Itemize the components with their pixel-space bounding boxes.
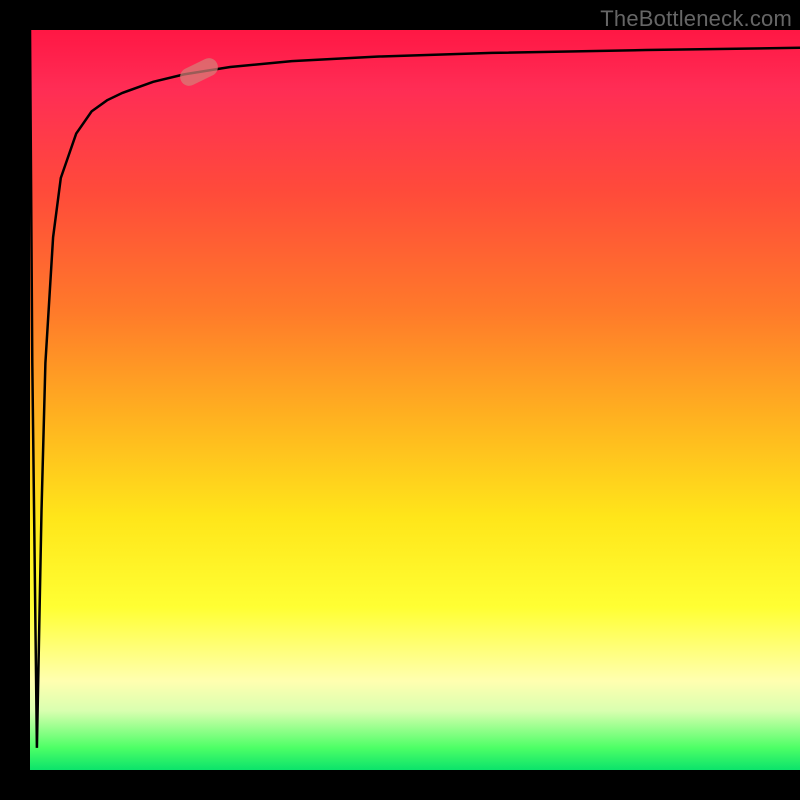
plot-area [30,30,800,770]
chart-frame: TheBottleneck.com [0,0,800,800]
curve-path [30,30,800,748]
watermark-text: TheBottleneck.com [600,6,792,32]
bottleneck-curve [30,30,800,770]
